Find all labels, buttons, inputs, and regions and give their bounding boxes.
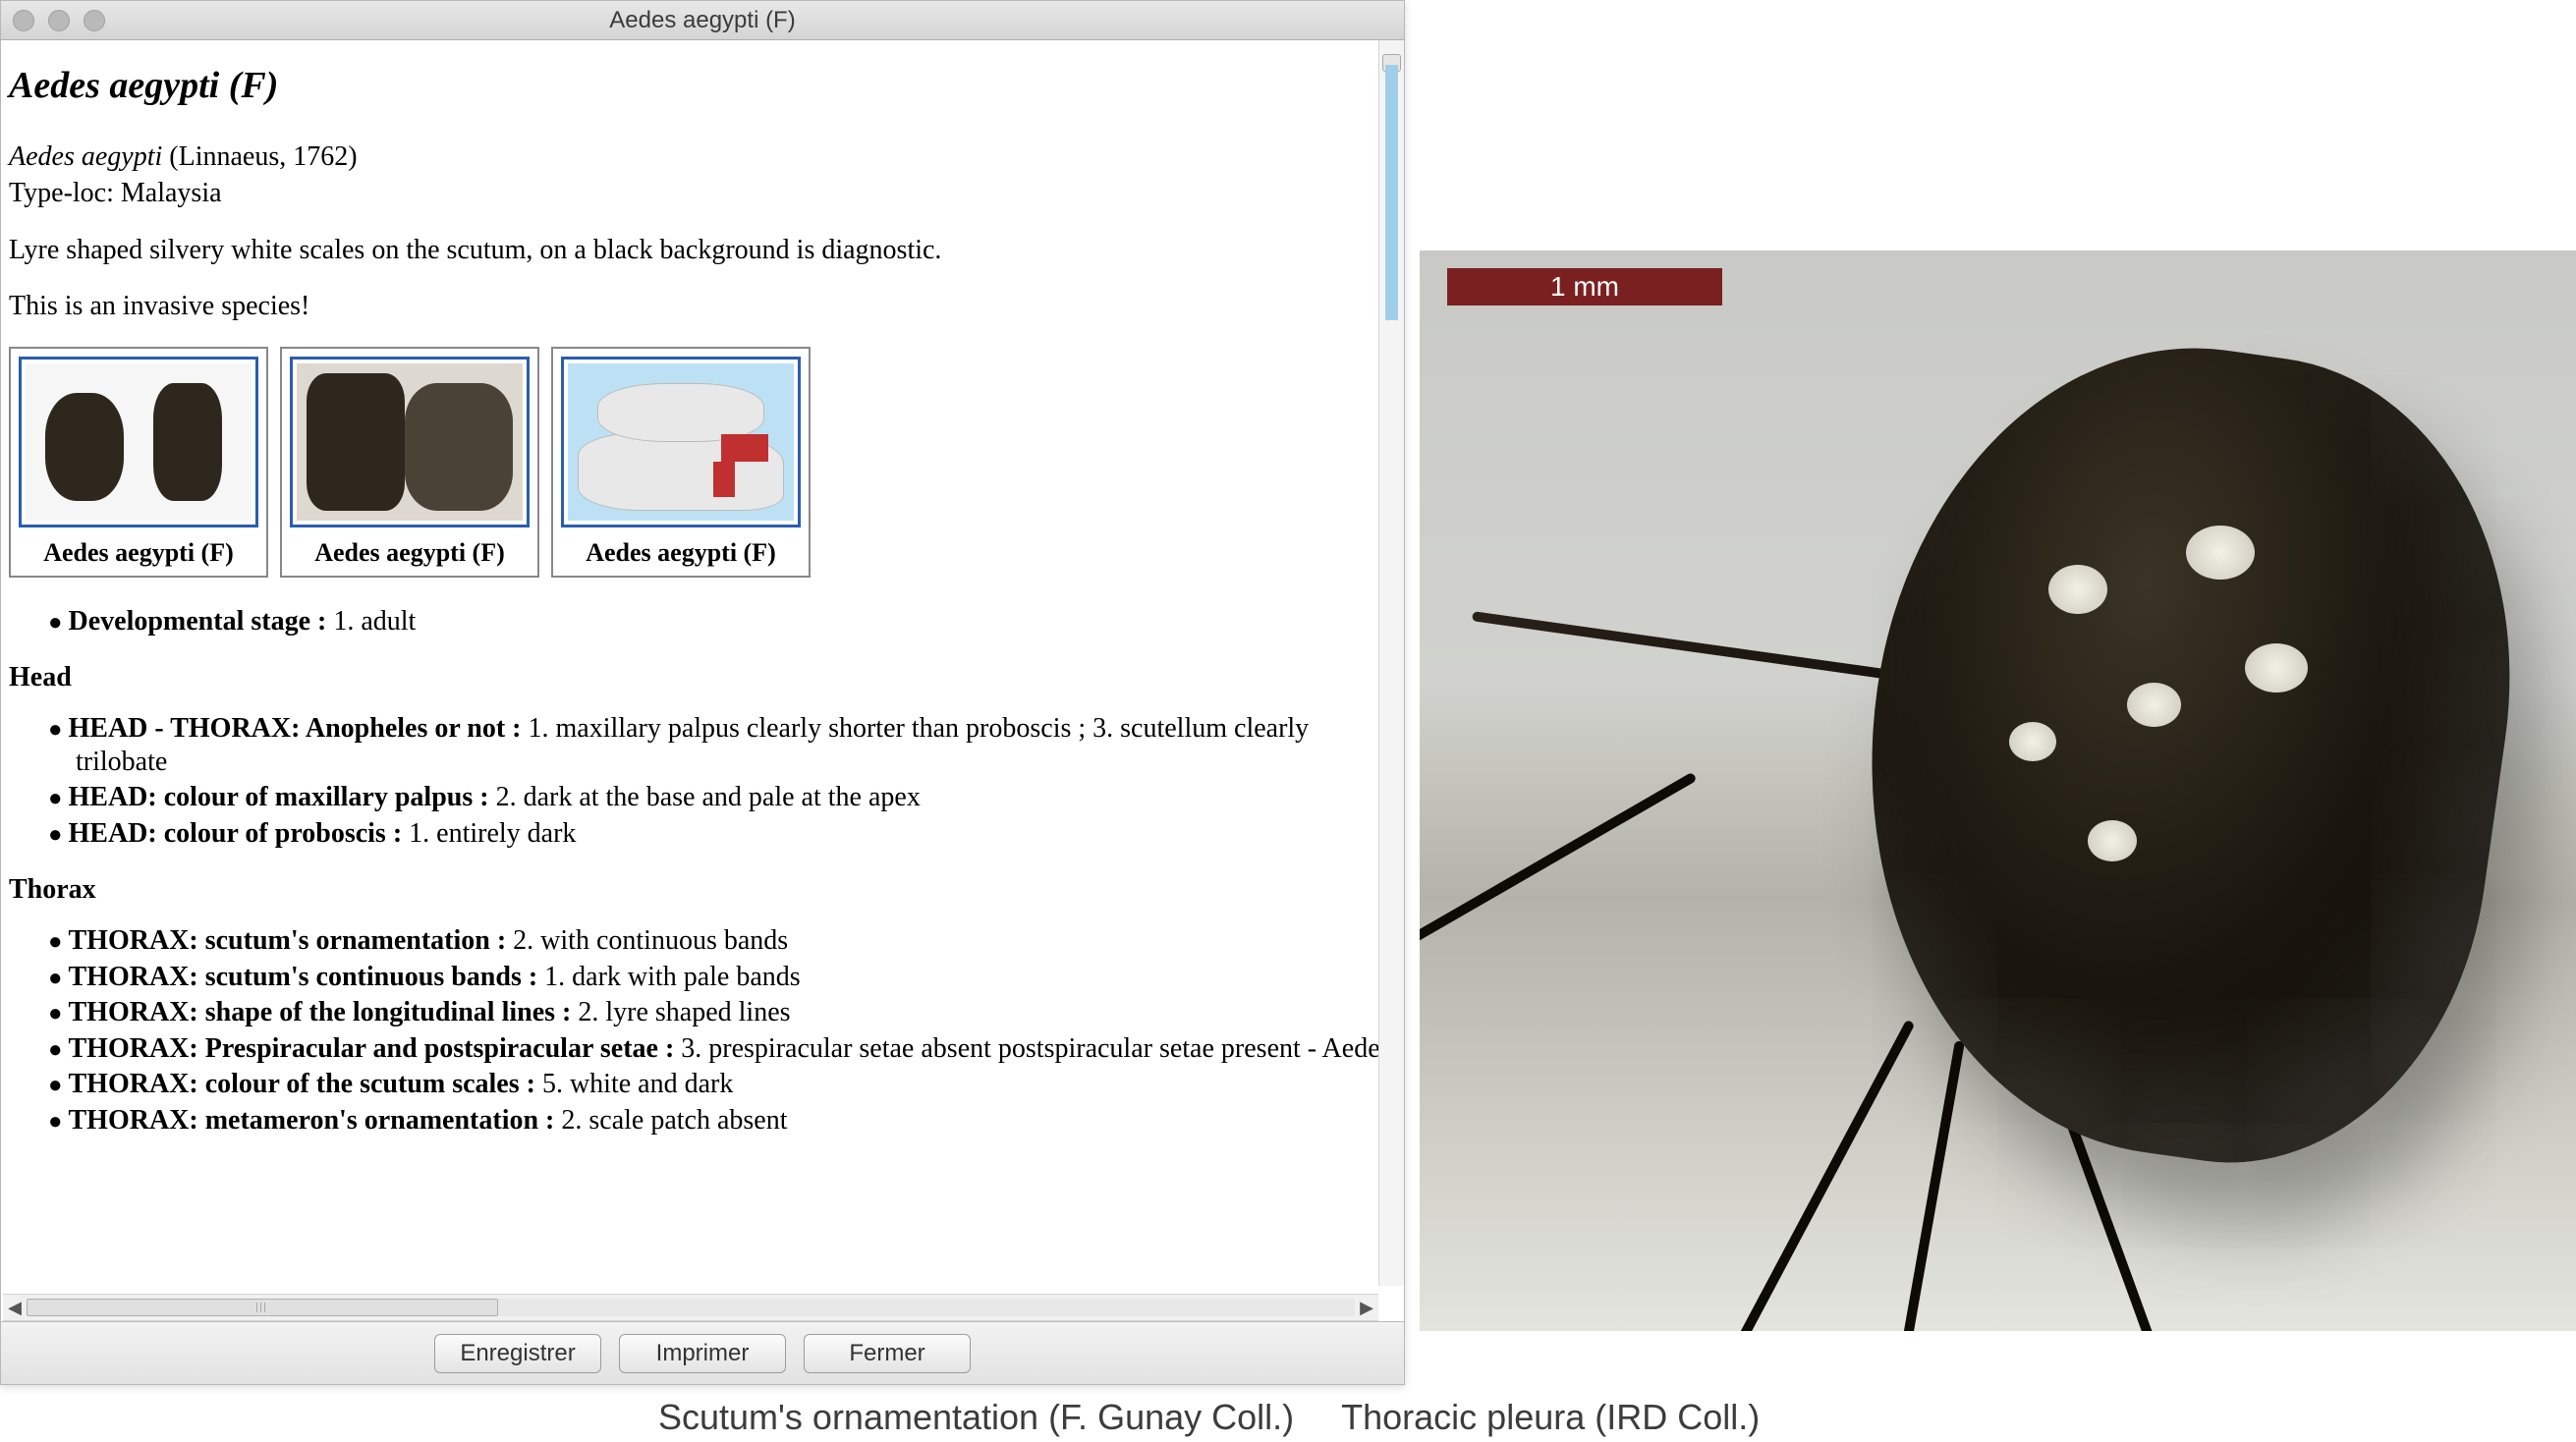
type-loc-value: Malaysia <box>121 178 222 208</box>
species-heading: Aedes aegypti (F) <box>9 64 1396 109</box>
thumbnail-1[interactable]: Aedes aegypti (F) <box>9 347 268 578</box>
thorax-item-3-label: THORAX: shape of the longitudinal lines … <box>69 997 572 1027</box>
scroll-right-icon[interactable]: ▶ <box>1355 1296 1378 1319</box>
species-info-window: Aedes aegypti (F) Aedes aegypti (F) Aede… <box>0 0 1405 1385</box>
head-item-1-label: HEAD - THORAX: Anopheles or not : <box>69 713 522 744</box>
thumbnail-3[interactable]: Aedes aegypti (F) <box>551 347 811 578</box>
head-item-3-value: 1. entirely dark <box>409 818 576 849</box>
v-scroll-overview <box>1385 65 1398 320</box>
head-item-3: HEAD: colour of proboscis : 1. entirely … <box>76 817 1396 851</box>
thumb-1-frame <box>19 357 258 527</box>
thorax-item-2: THORAX: scutum's continuous bands : 1. d… <box>76 961 1396 994</box>
thorax-item-1-value: 2. with continuous bands <box>513 925 788 956</box>
head-item-1: HEAD - THORAX: Anopheles or not : 1. max… <box>76 712 1396 778</box>
window-controls <box>13 10 105 31</box>
thorax-item-6: THORAX: metameron's ornamentation : 2. s… <box>76 1104 1396 1137</box>
thumbnail-row: Aedes aegypti (F) Aedes aegypti (F) <box>9 347 1396 578</box>
content-viewport: Aedes aegypti (F) Aedes aegypti (Linnaeu… <box>1 40 1404 1321</box>
authority: (Linnaeus, 1762) <box>169 141 357 172</box>
thorax-item-4-value: 3. prespiracular setae absent postspirac… <box>681 1033 1390 1064</box>
thumb-3-frame <box>561 357 801 527</box>
thorax-item-1-label: THORAX: scutum's ornamentation : <box>69 925 507 956</box>
section-head-head: Head <box>9 661 1396 694</box>
thumb-2-frame <box>290 357 530 527</box>
type-locality-line: Type-loc: Malaysia <box>9 177 1396 210</box>
factsheet-content[interactable]: Aedes aegypti (F) Aedes aegypti (Linnaeu… <box>1 40 1404 1321</box>
thumb-2-image <box>297 363 523 521</box>
specimen-photo: 1 mm <box>1420 250 2576 1331</box>
head-item-2-label: HEAD: colour of maxillary palpus : <box>69 782 489 812</box>
h-scroll-thumb[interactable] <box>27 1299 498 1316</box>
thorax-item-1: THORAX: scutum's ornamentation : 2. with… <box>76 924 1396 958</box>
dialog-button-bar: Enregistrer Imprimer Fermer <box>1 1321 1404 1384</box>
thorax-item-3-value: 2. lyre shaped lines <box>578 997 790 1027</box>
zoom-window-icon[interactable] <box>84 10 105 31</box>
vertical-scrollbar[interactable] <box>1378 40 1404 1286</box>
scale-bar-label: 1 mm <box>1550 271 1619 303</box>
type-loc-label: Type-loc: <box>9 178 114 208</box>
thorax-item-2-label: THORAX: scutum's continuous bands : <box>69 962 538 992</box>
section-head-thorax: Thorax <box>9 873 1396 907</box>
thumb-3-image <box>568 363 794 521</box>
dev-stage-value: 1. adult <box>333 606 416 637</box>
dev-stage-label: Developmental stage : <box>69 606 327 637</box>
thorax-item-3: THORAX: shape of the longitudinal lines … <box>76 996 1396 1029</box>
thumb-1-image <box>26 363 252 521</box>
close-button[interactable]: Fermer <box>804 1334 971 1373</box>
thumb-2-caption: Aedes aegypti (F) <box>290 537 530 568</box>
window-title: Aedes aegypti (F) <box>609 7 795 34</box>
thorax-item-6-label: THORAX: metameron's ornamentation : <box>69 1105 555 1136</box>
thumbnail-2[interactable]: Aedes aegypti (F) <box>280 347 539 578</box>
thorax-item-5-label: THORAX: colour of the scutum scales : <box>69 1069 535 1099</box>
head-item-3-label: HEAD: colour of proboscis : <box>69 818 403 849</box>
scale-bar: 1 mm <box>1447 268 1722 305</box>
thumb-1-caption: Aedes aegypti (F) <box>19 537 258 568</box>
print-button[interactable]: Imprimer <box>619 1334 786 1373</box>
scroll-left-icon[interactable]: ◀ <box>3 1296 27 1319</box>
h-scroll-track[interactable] <box>27 1299 1355 1316</box>
thorax-item-5-value: 5. white and dark <box>542 1069 733 1099</box>
head-item-2-value: 2. dark at the base and pale at the apex <box>496 782 921 812</box>
window-titlebar: Aedes aegypti (F) <box>1 1 1404 40</box>
close-window-icon[interactable] <box>13 10 34 31</box>
caption-scutum: Scutum's ornamentation (F. Gunay Coll.) <box>658 1397 1294 1438</box>
thorax-item-4: THORAX: Prespiracular and postspiracular… <box>76 1032 1396 1066</box>
authority-line: Aedes aegypti (Linnaeus, 1762) <box>9 140 1396 174</box>
invasive-text: This is an invasive species! <box>9 290 1396 323</box>
scientific-name: Aedes aegypti <box>9 141 162 172</box>
bottom-caption-row: Scutum's ornamentation (F. Gunay Coll.) … <box>658 1397 2574 1438</box>
thorax-item-5: THORAX: colour of the scutum scales : 5.… <box>76 1068 1396 1101</box>
head-item-2: HEAD: colour of maxillary palpus : 2. da… <box>76 781 1396 814</box>
diagnostic-text: Lyre shaped silvery white scales on the … <box>9 234 1396 267</box>
thorax-item-2-value: 1. dark with pale bands <box>544 962 801 992</box>
dev-stage-line: Developmental stage : 1. adult <box>76 605 1396 638</box>
thumb-3-caption: Aedes aegypti (F) <box>561 537 801 568</box>
thorax-item-6-value: 2. scale patch absent <box>561 1105 787 1136</box>
caption-pleura: Thoracic pleura (IRD Coll.) <box>1341 1397 1760 1438</box>
minimize-window-icon[interactable] <box>48 10 70 31</box>
save-button[interactable]: Enregistrer <box>434 1334 601 1373</box>
mosquito-illustration <box>1498 309 2559 1292</box>
horizontal-scrollbar[interactable]: ◀ ▶ <box>3 1294 1378 1321</box>
thorax-item-4-label: THORAX: Prespiracular and postspiracular… <box>69 1033 675 1064</box>
